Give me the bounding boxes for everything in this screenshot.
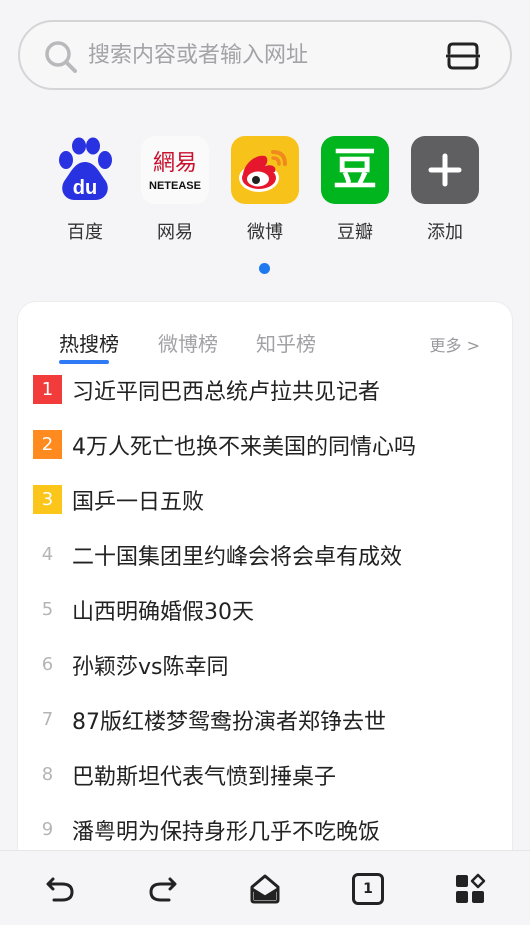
apps-icon	[456, 873, 486, 903]
add-icon	[411, 136, 479, 204]
weibo-icon	[231, 136, 299, 204]
list-item[interactable]: 4 二十国集团里约峰会将会卓有成效	[18, 527, 512, 582]
rank-number: 9	[41, 819, 54, 840]
tab-zhihu[interactable]: 知乎榜	[256, 328, 316, 357]
search-input[interactable]	[88, 22, 418, 88]
svg-text:du: du	[73, 177, 97, 199]
scan-icon[interactable]	[446, 41, 480, 71]
search-icon	[45, 41, 77, 73]
shortcut-weibo[interactable]: 微博	[220, 136, 310, 244]
shortcut-label: 添加	[427, 222, 463, 243]
douban-logo-text: 豆	[333, 144, 377, 195]
rank-badge: 3	[33, 485, 62, 514]
home-button[interactable]	[247, 871, 283, 907]
netease-logo-subtext: NETEASE	[149, 180, 201, 192]
page-indicator-dot	[259, 263, 270, 274]
douban-icon: 豆	[321, 136, 389, 204]
shortcut-label: 网易	[157, 222, 193, 243]
list-item[interactable]: 2 4万人死亡也换不来美国的同情心吗	[18, 417, 512, 472]
forward-button[interactable]	[145, 871, 181, 907]
back-icon	[46, 877, 74, 902]
tab-weibo[interactable]: 微博榜	[158, 328, 218, 357]
list-item[interactable]: 6 孙颖莎vs陈幸同	[18, 637, 512, 692]
hot-title: 二十国集团里约峰会将会卓有成效	[72, 544, 403, 570]
hot-title: 潘粤明为保持身形几乎不吃晚饭	[72, 819, 381, 845]
bottom-toolbar: 1	[0, 850, 530, 925]
rank-badge: 1	[33, 375, 62, 404]
shortcut-label: 微博	[247, 222, 283, 243]
shortcut-netease[interactable]: 網易 NETEASE 网易	[130, 136, 220, 244]
shortcut-label: 豆瓣	[337, 222, 373, 243]
shortcut-douban[interactable]: 豆 豆瓣	[310, 136, 400, 244]
rank-number: 4	[41, 544, 54, 565]
shortcut-add[interactable]: 添加	[400, 136, 490, 244]
home-icon	[250, 874, 280, 904]
netease-logo-text: 網易	[153, 151, 197, 176]
tabs-icon: 1	[352, 873, 384, 905]
search-bar[interactable]	[18, 20, 512, 90]
hot-title: 山西明确婚假30天	[72, 599, 254, 625]
tabs-button[interactable]: 1	[350, 871, 386, 907]
rank-badge: 2	[33, 430, 62, 459]
back-button[interactable]	[42, 871, 78, 907]
list-item[interactable]: 8 巴勒斯坦代表气愤到捶桌子	[18, 747, 512, 802]
list-item[interactable]: 3 国乒一日五败	[18, 472, 512, 527]
shortcut-label: 百度	[67, 222, 103, 243]
netease-icon: 網易 NETEASE	[141, 136, 209, 204]
shortcut-baidu[interactable]: du 百度	[40, 136, 130, 244]
list-item[interactable]: 9 潘粤明为保持身形几乎不吃晚饭	[18, 802, 512, 857]
hot-title: 孙颖莎vs陈幸同	[72, 654, 229, 680]
shortcut-grid: du 百度 網易 NETEASE 网易 微博 豆 豆瓣 添加	[0, 136, 530, 246]
hot-title: 4万人死亡也换不来美国的同情心吗	[72, 434, 416, 460]
baidu-icon: du	[51, 136, 119, 204]
list-item[interactable]: 5 山西明确婚假30天	[18, 582, 512, 637]
list-item[interactable]: 1 习近平同巴西总统卢拉共见记者	[18, 362, 512, 417]
apps-button[interactable]	[452, 871, 488, 907]
tab-count: 1	[363, 881, 373, 897]
rank-number: 7	[41, 709, 54, 730]
rank-number: 6	[41, 654, 54, 675]
hot-title: 巴勒斯坦代表气愤到捶桌子	[72, 764, 337, 790]
rank-number: 5	[41, 599, 54, 620]
hot-title: 习近平同巴西总统卢拉共见记者	[72, 379, 381, 405]
hot-title: 87版红楼梦鸳鸯扮演者郑铮去世	[72, 709, 386, 735]
more-link[interactable]: 更多 >	[430, 332, 481, 356]
tab-hot-search[interactable]: 热搜榜	[59, 328, 119, 357]
hot-title: 国乒一日五败	[72, 489, 205, 515]
list-item[interactable]: 7 87版红楼梦鸳鸯扮演者郑铮去世	[18, 692, 512, 747]
forward-icon	[149, 877, 177, 902]
rank-number: 8	[41, 764, 54, 785]
browser-home: du 百度 網易 NETEASE 网易	[0, 0, 530, 925]
hotlist-card: 热搜榜 微博榜 知乎榜 更多 > 1 习近平同巴西总统卢拉共见记者 2 4万人死…	[18, 302, 512, 925]
